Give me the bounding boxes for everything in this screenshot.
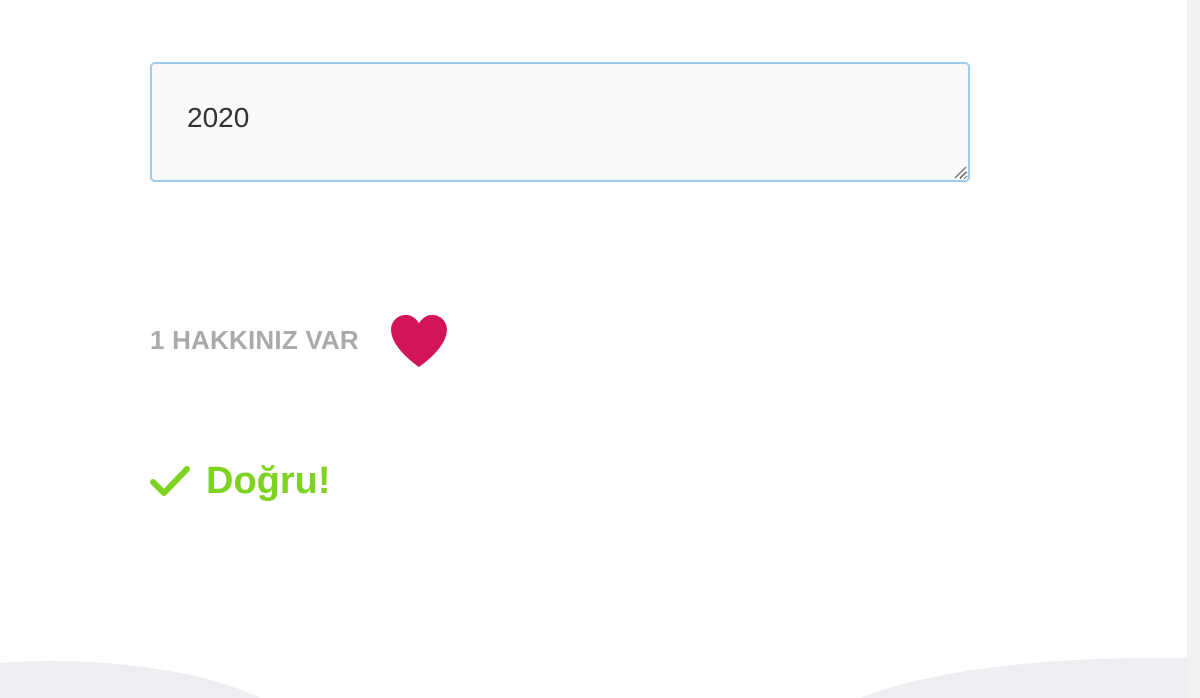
result-message: Doğru! [150,456,331,506]
heart-icon [390,314,447,367]
result-text: Doğru! [206,459,331,502]
bottom-wave-decoration [0,658,1187,698]
lives-label: 1 HAKKINIZ VAR [150,324,359,355]
answer-textarea[interactable] [150,62,970,182]
resize-grip-icon[interactable] [953,165,967,179]
scrollbar[interactable] [1187,0,1200,698]
lives-indicator: 1 HAKKINIZ VAR [150,310,449,370]
check-icon [150,466,190,496]
quiz-page: 1 HAKKINIZ VAR Doğru! [0,0,1200,698]
